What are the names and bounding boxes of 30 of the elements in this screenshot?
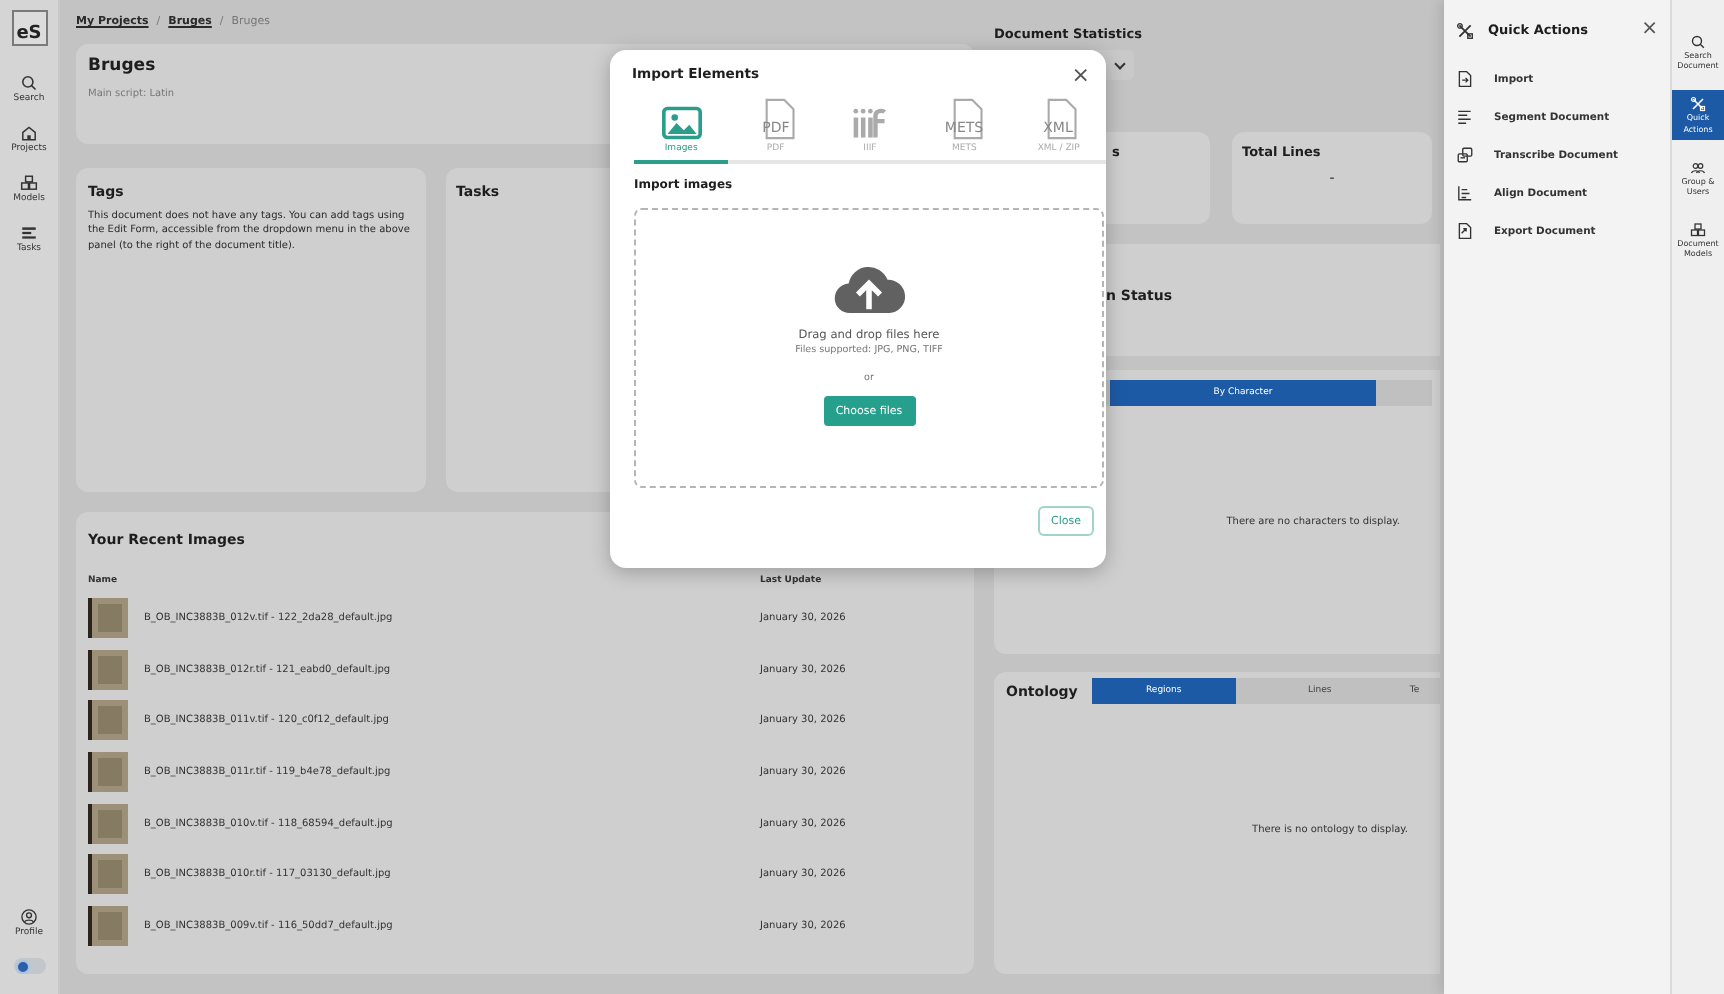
close-button[interactable]: × bbox=[1071, 63, 1090, 85]
align-icon bbox=[1456, 184, 1474, 202]
image-thumbnail bbox=[88, 597, 128, 638]
image-thumbnail bbox=[88, 854, 128, 895]
iiif-logo-icon bbox=[849, 106, 890, 140]
search-icon bbox=[1690, 34, 1706, 50]
image-icon bbox=[661, 106, 702, 140]
image-thumbnail bbox=[88, 700, 128, 741]
file-export-icon bbox=[1456, 222, 1474, 240]
file-arrow-icon bbox=[1456, 70, 1474, 88]
app-logo[interactable]: eS bbox=[11, 10, 47, 46]
list-icon bbox=[20, 224, 38, 242]
theme-toggle[interactable] bbox=[13, 958, 45, 974]
transcribe-icon bbox=[1456, 146, 1474, 164]
image-thumbnail bbox=[88, 803, 128, 844]
search-icon bbox=[20, 74, 38, 92]
cubes-icon bbox=[19, 174, 38, 192]
user-icon bbox=[20, 908, 38, 926]
tools-icon bbox=[1690, 96, 1706, 113]
house-icon bbox=[20, 124, 38, 142]
document-title: Bruges bbox=[88, 56, 156, 76]
lines-icon bbox=[1456, 108, 1474, 126]
image-thumbnail bbox=[88, 649, 128, 690]
close-button[interactable]: × bbox=[1641, 20, 1658, 40]
users-icon bbox=[1690, 159, 1706, 176]
tools-icon bbox=[1456, 21, 1474, 39]
image-thumbnail bbox=[88, 905, 128, 946]
cubes-icon bbox=[1690, 222, 1706, 239]
image-thumbnail bbox=[88, 751, 128, 792]
cloud-upload-icon bbox=[832, 262, 906, 316]
